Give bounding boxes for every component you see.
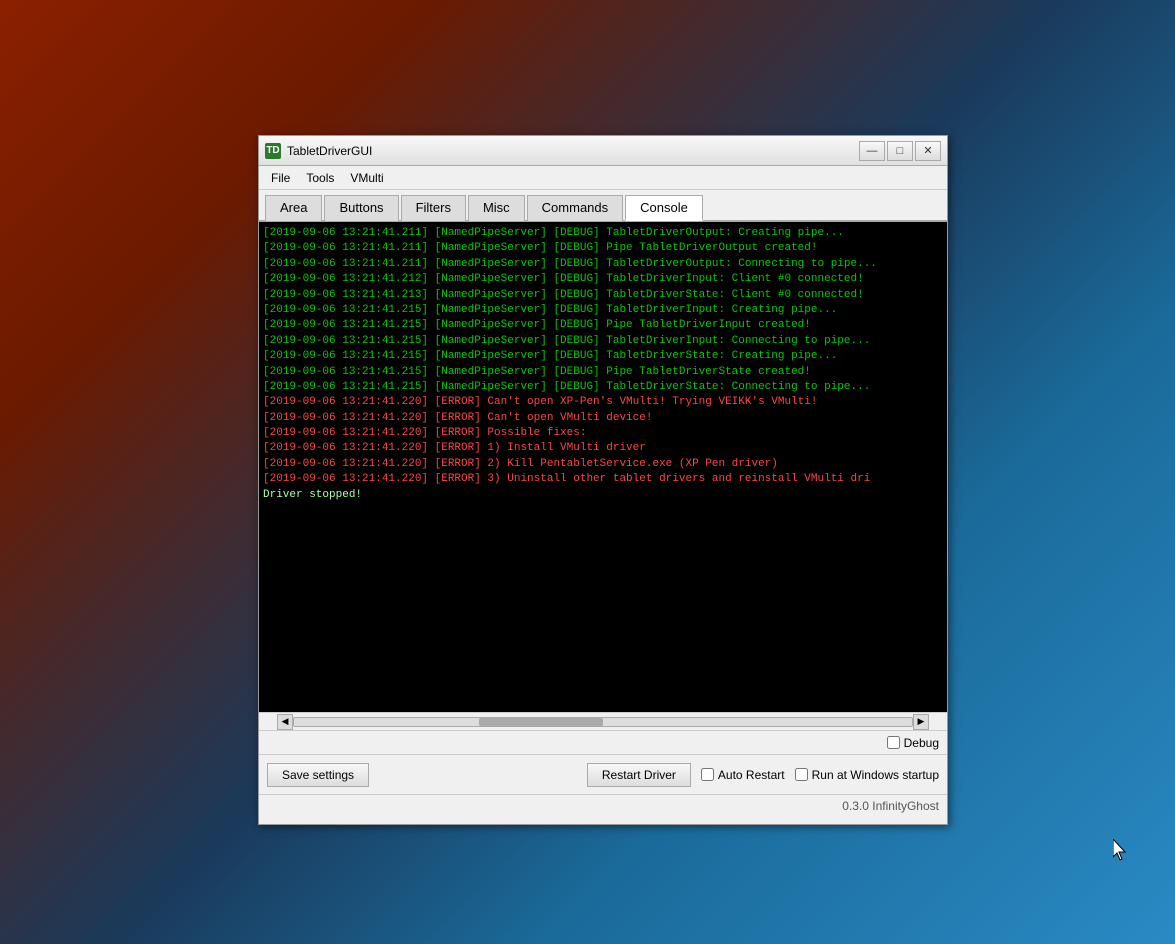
menu-file[interactable]: File — [263, 169, 298, 187]
run-at-startup-label[interactable]: Run at Windows startup — [795, 768, 939, 782]
version-text: 0.3.0 InfinityGhost — [842, 799, 939, 813]
debug-bar: Debug — [259, 730, 947, 754]
scroll-track[interactable] — [293, 717, 913, 727]
auto-restart-checkbox[interactable] — [701, 768, 714, 781]
console-line: [2019-09-06 13:21:41.211] [NamedPipeServ… — [263, 226, 943, 241]
tab-commands[interactable]: Commands — [527, 195, 623, 221]
status-bar: 0.3.0 InfinityGhost — [259, 794, 947, 816]
console-line: [2019-09-06 13:21:41.220] [ERROR] 1) Ins… — [263, 441, 943, 456]
window-icon: TD — [265, 143, 281, 159]
console-line: [2019-09-06 13:21:41.211] [NamedPipeServ… — [263, 257, 943, 272]
console-line: [2019-09-06 13:21:41.213] [NamedPipeServ… — [263, 288, 943, 303]
scroll-left-button[interactable]: ◀ — [277, 714, 293, 730]
titlebar-buttons: — □ ✕ — [859, 141, 941, 161]
debug-label: Debug — [904, 736, 939, 750]
horizontal-scrollbar[interactable]: ◀ ▶ — [259, 712, 947, 730]
titlebar: TD TabletDriverGUI — □ ✕ — [259, 136, 947, 166]
console-line: [2019-09-06 13:21:41.215] [NamedPipeServ… — [263, 334, 943, 349]
run-at-startup-checkbox[interactable] — [795, 768, 808, 781]
console-line: [2019-09-06 13:21:41.220] [ERROR] 2) Kil… — [263, 457, 943, 472]
run-at-startup-text: Run at Windows startup — [812, 768, 939, 782]
console-line: [2019-09-06 13:21:41.215] [NamedPipeServ… — [263, 380, 943, 395]
console-line: [2019-09-06 13:21:41.220] [ERROR] Possib… — [263, 426, 943, 441]
main-window: TD TabletDriverGUI — □ ✕ File Tools VMul… — [258, 135, 948, 825]
auto-restart-text: Auto Restart — [718, 768, 785, 782]
console-line: [2019-09-06 13:21:41.220] [ERROR] Can't … — [263, 411, 943, 426]
tab-console[interactable]: Console — [625, 195, 703, 221]
debug-checkbox[interactable] — [887, 736, 900, 749]
console-line: [2019-09-06 13:21:41.211] [NamedPipeServ… — [263, 241, 943, 256]
footer-right: Restart Driver Auto Restart Run at Windo… — [587, 763, 939, 787]
console-line: [2019-09-06 13:21:41.215] [NamedPipeServ… — [263, 303, 943, 318]
console-output: [2019-09-06 13:21:41.211] [NamedPipeServ… — [259, 222, 947, 712]
restart-driver-button[interactable]: Restart Driver — [587, 763, 691, 787]
console-line: [2019-09-06 13:21:41.215] [NamedPipeServ… — [263, 349, 943, 364]
console-line: Driver stopped! — [263, 488, 943, 503]
console-line: [2019-09-06 13:21:41.215] [NamedPipeServ… — [263, 318, 943, 333]
tab-filters[interactable]: Filters — [401, 195, 466, 221]
tab-buttons[interactable]: Buttons — [324, 195, 398, 221]
console-line: [2019-09-06 13:21:41.212] [NamedPipeServ… — [263, 272, 943, 287]
close-button[interactable]: ✕ — [915, 141, 941, 161]
menubar: File Tools VMulti — [259, 166, 947, 190]
console-line: [2019-09-06 13:21:41.215] [NamedPipeServ… — [263, 365, 943, 380]
menu-tools[interactable]: Tools — [298, 169, 342, 187]
console-line: [2019-09-06 13:21:41.220] [ERROR] 3) Uni… — [263, 472, 943, 487]
scroll-right-button[interactable]: ▶ — [913, 714, 929, 730]
minimize-button[interactable]: — — [859, 141, 885, 161]
tab-area[interactable]: Area — [265, 195, 322, 221]
menu-vmulti[interactable]: VMulti — [342, 169, 391, 187]
scroll-thumb[interactable] — [479, 718, 603, 726]
tab-bar: Area Buttons Filters Misc Commands Conso… — [259, 190, 947, 222]
save-settings-button[interactable]: Save settings — [267, 763, 369, 787]
window-title: TabletDriverGUI — [287, 144, 859, 158]
maximize-button[interactable]: □ — [887, 141, 913, 161]
footer: Save settings Restart Driver Auto Restar… — [259, 754, 947, 794]
auto-restart-label[interactable]: Auto Restart — [701, 768, 785, 782]
debug-checkbox-label[interactable]: Debug — [887, 736, 939, 750]
tab-misc[interactable]: Misc — [468, 195, 525, 221]
console-line: [2019-09-06 13:21:41.220] [ERROR] Can't … — [263, 395, 943, 410]
